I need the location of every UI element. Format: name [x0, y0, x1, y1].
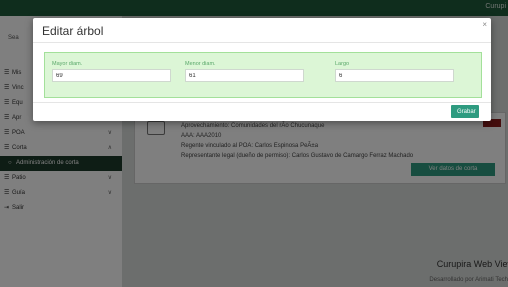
divider — [33, 102, 491, 103]
field-label: Largo — [335, 61, 350, 67]
field-menor-diam: Menor diam. — [185, 61, 304, 82]
tree-form-panel: Mayor diam. Menor diam. Largo — [44, 52, 482, 98]
field-label: Menor diam. — [185, 61, 216, 67]
divider — [33, 42, 491, 43]
modal-title: Editar árbol — [42, 24, 104, 38]
edit-tree-modal: Editar árbol × Mayor diam. Menor diam. L… — [33, 18, 491, 121]
field-mayor-diam: Mayor diam. — [52, 61, 171, 82]
grabar-button[interactable]: Grabar — [451, 105, 479, 118]
field-largo: Largo — [335, 61, 454, 82]
close-icon[interactable]: × — [482, 20, 487, 29]
menor-diam-input[interactable] — [185, 69, 304, 82]
largo-input[interactable] — [335, 69, 454, 82]
field-label: Mayor diam. — [52, 61, 83, 67]
mayor-diam-input[interactable] — [52, 69, 171, 82]
